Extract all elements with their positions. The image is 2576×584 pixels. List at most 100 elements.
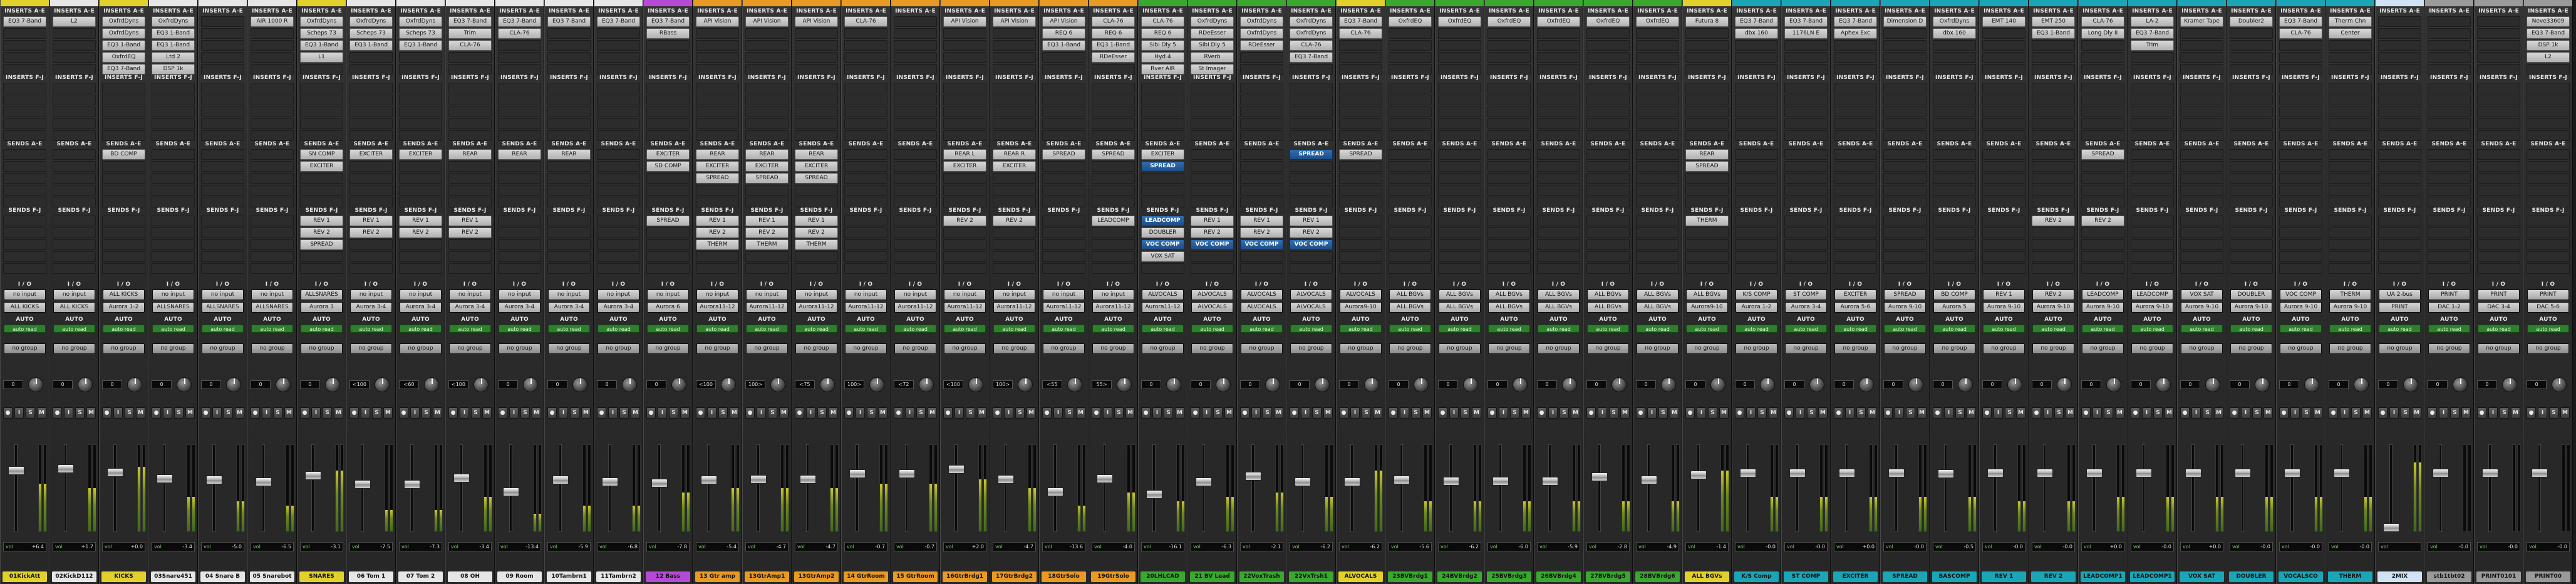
send-fj-slot[interactable] xyxy=(1438,251,1481,262)
insert-ae-slot[interactable] xyxy=(844,64,887,75)
group-selector[interactable]: no group xyxy=(301,343,343,354)
fader-cap[interactable] xyxy=(157,474,173,483)
automation-mode[interactable]: auto read xyxy=(2230,325,2272,333)
track-name[interactable]: 02KickD112 xyxy=(52,571,96,582)
insert-ae-slot[interactable] xyxy=(894,64,937,75)
send-ae-slot[interactable] xyxy=(1586,149,1630,160)
mute-button[interactable]: M xyxy=(1175,407,1184,419)
record-button[interactable]: ● xyxy=(547,407,557,419)
send-fj-slot[interactable] xyxy=(2279,216,2322,226)
insert-fj-slot[interactable] xyxy=(1092,83,1135,93)
insert-ae-slot[interactable]: Doubler2 xyxy=(2230,16,2273,27)
automation-mode[interactable]: auto read xyxy=(2478,325,2520,333)
solo-button[interactable]: S xyxy=(520,407,530,419)
insert-ae-slot[interactable] xyxy=(1487,28,1531,39)
insert-ae-slot[interactable] xyxy=(696,64,739,75)
mute-button[interactable]: M xyxy=(1670,407,1679,419)
insert-ae-slot[interactable] xyxy=(894,16,937,27)
send-fj-slot[interactable] xyxy=(498,227,541,238)
track-name[interactable]: VOX SAT xyxy=(2180,571,2224,582)
send-ae-slot[interactable] xyxy=(1735,161,1778,172)
insert-fj-slot[interactable] xyxy=(2329,130,2372,141)
insert-ae-slot[interactable] xyxy=(53,28,96,39)
send-fj-slot[interactable] xyxy=(1537,251,1580,262)
group-selector[interactable]: no group xyxy=(746,343,788,354)
volume-readout[interactable]: vol -6.2 xyxy=(1290,542,1333,551)
insert-ae-slot[interactable] xyxy=(1636,28,1679,39)
send-fj-slot[interactable] xyxy=(2428,251,2471,262)
mute-button[interactable]: M xyxy=(2165,407,2174,419)
send-fj-slot[interactable] xyxy=(300,251,343,262)
track-name[interactable]: LEADCOMP1 xyxy=(2081,571,2125,582)
input-monitor-button[interactable]: I xyxy=(806,407,815,419)
group-selector[interactable]: no group xyxy=(1834,343,1876,354)
solo-button[interactable]: S xyxy=(1560,407,1569,419)
volume-readout[interactable]: vol -7.5 xyxy=(349,542,393,551)
insert-fj-slot[interactable] xyxy=(152,107,195,117)
fader-cap[interactable] xyxy=(1938,469,1954,478)
send-fj-slot[interactable] xyxy=(1784,227,1828,238)
record-button[interactable]: ● xyxy=(1784,407,1794,419)
send-fj-slot[interactable]: LEADCOMP xyxy=(1141,216,1184,226)
insert-ae-slot[interactable]: EQ3 7-Band xyxy=(2131,28,2174,39)
send-fj-slot[interactable] xyxy=(993,263,1036,274)
pan-value[interactable]: 0 xyxy=(1784,380,1804,389)
send-ae-slot[interactable] xyxy=(1982,173,2025,184)
send-ae-slot[interactable] xyxy=(2428,197,2471,207)
insert-fj-slot[interactable] xyxy=(943,118,986,129)
insert-fj-slot[interactable] xyxy=(2428,83,2471,93)
send-ae-slot[interactable]: EXCITER xyxy=(399,149,442,160)
send-ae-slot[interactable] xyxy=(2378,161,2421,172)
insert-fj-slot[interactable] xyxy=(1537,83,1580,93)
input-monitor-button[interactable]: I xyxy=(2389,407,2399,419)
insert-ae-slot[interactable]: API Vision xyxy=(943,16,986,27)
send-fj-slot[interactable] xyxy=(745,263,789,274)
output-selector[interactable]: Aurora 9-10 xyxy=(2181,302,2223,313)
output-selector[interactable]: DAC 1-2 xyxy=(2428,302,2470,313)
fader-cap[interactable] xyxy=(2235,469,2251,477)
solo-button[interactable]: S xyxy=(174,407,184,419)
output-selector[interactable]: Aurora 3-4 xyxy=(350,302,392,313)
automation-mode[interactable]: auto read xyxy=(301,325,343,333)
insert-ae-slot[interactable]: EQ3 7-Band xyxy=(448,16,492,27)
send-fj-slot[interactable]: REV 1 xyxy=(300,216,343,226)
send-fj-slot[interactable] xyxy=(1636,216,1679,226)
fader-cap[interactable] xyxy=(1839,469,1855,477)
send-fj-slot[interactable] xyxy=(2329,251,2372,262)
pan-knob[interactable] xyxy=(2552,377,2567,392)
insert-fj-slot[interactable] xyxy=(448,118,492,129)
pan-knob[interactable] xyxy=(1463,377,1478,392)
insert-fj-slot[interactable] xyxy=(795,118,838,129)
insert-ae-slot[interactable]: Rver AIR xyxy=(1141,64,1184,75)
record-button[interactable]: ● xyxy=(498,407,507,419)
insert-ae-slot[interactable]: REQ 6 xyxy=(1141,28,1184,39)
insert-fj-slot[interactable] xyxy=(1438,118,1481,129)
insert-ae-slot[interactable]: API Vision xyxy=(993,16,1036,27)
insert-ae-slot[interactable] xyxy=(795,28,838,39)
send-fj-slot[interactable] xyxy=(1883,216,1927,226)
insert-fj-slot[interactable] xyxy=(795,130,838,141)
record-button[interactable]: ● xyxy=(448,407,458,419)
send-fj-slot[interactable]: VOX SAT xyxy=(1141,251,1184,262)
insert-fj-slot[interactable] xyxy=(1389,107,1432,117)
insert-ae-slot[interactable]: Kramer Tape xyxy=(2180,16,2223,27)
input-selector[interactable]: no input xyxy=(152,289,194,300)
insert-fj-slot[interactable] xyxy=(2428,107,2471,117)
insert-ae-slot[interactable] xyxy=(1537,28,1580,39)
insert-fj-slot[interactable] xyxy=(1586,95,1630,105)
send-ae-slot[interactable] xyxy=(1735,149,1778,160)
automation-mode[interactable]: auto read xyxy=(2280,325,2322,333)
insert-ae-slot[interactable]: RDeEsser xyxy=(1191,28,1234,39)
insert-ae-slot[interactable] xyxy=(2230,52,2273,63)
group-selector[interactable]: no group xyxy=(2329,343,2371,354)
insert-ae-slot[interactable] xyxy=(1389,40,1432,51)
insert-ae-slot[interactable] xyxy=(201,16,244,27)
automation-mode[interactable]: auto read xyxy=(548,325,590,333)
insert-fj-slot[interactable] xyxy=(1784,107,1828,117)
group-selector[interactable]: no group xyxy=(1983,343,2025,354)
send-fj-slot[interactable] xyxy=(894,263,937,274)
send-ae-slot[interactable] xyxy=(1092,173,1135,184)
automation-mode[interactable]: auto read xyxy=(251,325,293,333)
pan-value[interactable]: 0 xyxy=(1537,380,1557,389)
pan-knob[interactable] xyxy=(2255,377,2270,392)
